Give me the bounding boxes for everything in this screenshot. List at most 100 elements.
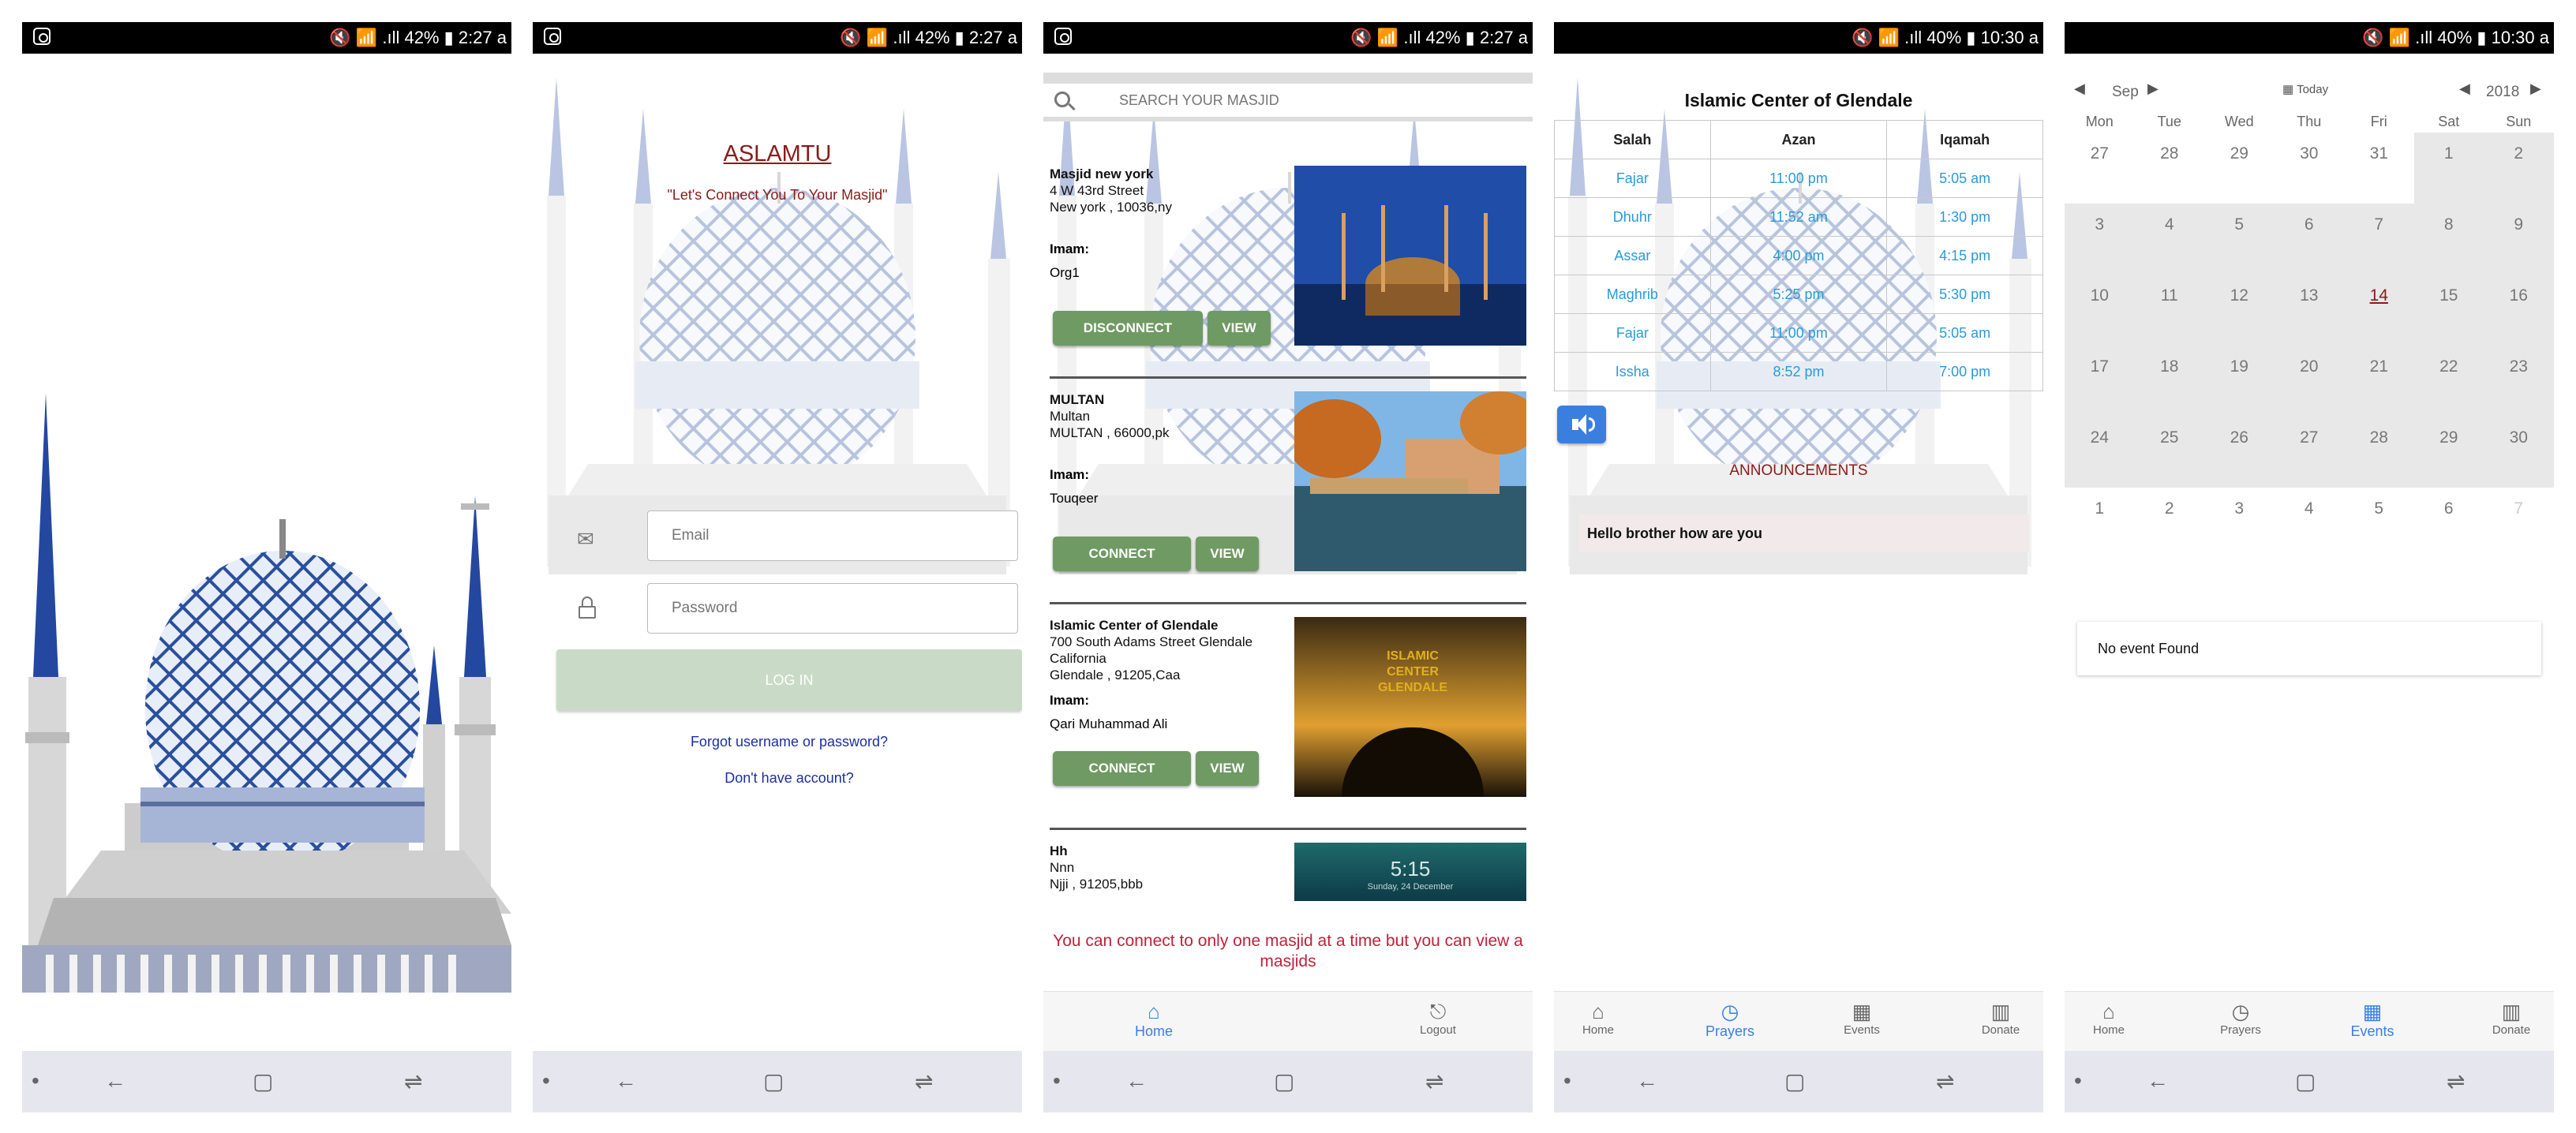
back-icon[interactable]: ← bbox=[104, 1068, 126, 1094]
calendar-day[interactable]: 3 bbox=[2065, 204, 2135, 275]
back-icon[interactable]: ← bbox=[1636, 1068, 1658, 1094]
calendar-day[interactable]: 3 bbox=[2204, 488, 2275, 559]
calendar-day[interactable]: 22 bbox=[2413, 346, 2484, 417]
recents-icon[interactable]: ⇌ bbox=[915, 1068, 933, 1094]
masjid-card: MULTAN Multan MULTAN , 66000,pk Imam: To… bbox=[1043, 379, 1533, 604]
email-field[interactable] bbox=[647, 510, 1018, 561]
calendar-day[interactable]: 20 bbox=[2274, 346, 2344, 417]
password-field[interactable] bbox=[647, 583, 1018, 634]
calendar-day[interactable]: 2 bbox=[2484, 133, 2554, 204]
calendar-day[interactable]: 2 bbox=[2135, 488, 2205, 559]
calendar-day[interactable]: 23 bbox=[2484, 346, 2554, 417]
calendar-day[interactable]: 8 bbox=[2413, 204, 2484, 275]
prev-month-icon[interactable]: ◀ bbox=[2074, 80, 2085, 97]
tab-home[interactable]: ⌂ Home bbox=[1106, 1000, 1201, 1040]
tab-events[interactable]: ▦ Events bbox=[2325, 1000, 2420, 1040]
status-indicators: 🔇 📶 .ıll 40% ▮ 10:30 a bbox=[2362, 28, 2549, 47]
today-button[interactable]: ▦ Today bbox=[2282, 82, 2328, 96]
calendar-day[interactable]: 6 bbox=[2274, 204, 2344, 275]
calendar-day[interactable]: 7 bbox=[2344, 204, 2414, 275]
view-button[interactable]: VIEW bbox=[1208, 311, 1271, 346]
calendar-day[interactable]: 21 bbox=[2344, 346, 2414, 417]
status-indicators: 🔇 📶 .ıll 42% ▮ 2:27 a bbox=[840, 28, 1017, 47]
calendar-day[interactable]: 6 bbox=[2414, 488, 2484, 559]
column-header: Azan bbox=[1709, 120, 1888, 159]
tab-donate[interactable]: ▥ Donate bbox=[2464, 1000, 2554, 1037]
calendar-day[interactable]: 5 bbox=[2204, 204, 2275, 275]
recents-icon[interactable]: ⇌ bbox=[1425, 1068, 1443, 1094]
calendar-day[interactable]: 12 bbox=[2204, 275, 2275, 346]
calendar-day[interactable]: 1 bbox=[2065, 488, 2135, 559]
masjid-title: Islamic Center of Glendale bbox=[1684, 90, 1913, 110]
tab-home[interactable]: ⌂ Home bbox=[2065, 1000, 2156, 1037]
calendar-day[interactable]: 7 bbox=[2484, 488, 2554, 559]
calendar-day[interactable]: 13 bbox=[2274, 275, 2344, 346]
calendar-day[interactable]: 27 bbox=[2065, 133, 2135, 204]
calendar-day[interactable]: 29 bbox=[2204, 133, 2275, 204]
tab-prayers[interactable]: ◷ Prayers bbox=[2193, 1000, 2288, 1037]
search-bar[interactable] bbox=[1043, 73, 1533, 122]
home-square-icon[interactable]: ▢ bbox=[1274, 1068, 1294, 1094]
calendar-day[interactable]: 11 bbox=[2134, 275, 2204, 346]
calendar-day[interactable]: 15 bbox=[2413, 275, 2484, 346]
disconnect-button[interactable]: DISCONNECT bbox=[1053, 311, 1203, 346]
home-square-icon[interactable]: ▢ bbox=[1784, 1068, 1805, 1094]
calendar-day[interactable]: 17 bbox=[2065, 346, 2135, 417]
prayer-row: Fajar 11:00 pm 5:05 am bbox=[1554, 159, 2043, 198]
calendar-day[interactable]: 29 bbox=[2413, 417, 2484, 488]
calendar-day[interactable]: 31 bbox=[2344, 133, 2414, 204]
back-icon[interactable]: ← bbox=[2147, 1068, 2169, 1094]
recents-icon[interactable]: ⇌ bbox=[404, 1068, 422, 1094]
calendar-day[interactable]: 19 bbox=[2204, 346, 2275, 417]
system-nav-bar: • ← ▢ ⇌ bbox=[1043, 1051, 1533, 1112]
back-icon[interactable]: ← bbox=[615, 1068, 637, 1094]
signup-link[interactable]: Don't have account? bbox=[533, 770, 1022, 787]
calendar-day[interactable]: 27 bbox=[2274, 417, 2344, 488]
calendar-day[interactable]: 28 bbox=[2344, 417, 2414, 488]
back-icon[interactable]: ← bbox=[1125, 1068, 1148, 1094]
home-square-icon[interactable]: ▢ bbox=[763, 1068, 784, 1094]
calendar-day[interactable]: 30 bbox=[2484, 417, 2554, 488]
view-button[interactable]: VIEW bbox=[1196, 537, 1259, 571]
calendar-day-today[interactable]: 14 bbox=[2344, 275, 2414, 346]
tab-logout[interactable]: ⎋ Logout bbox=[1391, 1000, 1485, 1037]
calendar-day[interactable]: 24 bbox=[2065, 417, 2135, 488]
next-month-icon[interactable]: ▶ bbox=[2147, 80, 2159, 97]
speaker-button[interactable] bbox=[1557, 406, 1606, 443]
view-button[interactable]: VIEW bbox=[1196, 751, 1259, 786]
prayer-times-table: Salah Azan Iqamah Fajar 11:00 pm 5:05 am Dh… bbox=[1554, 120, 2043, 391]
tab-home[interactable]: ⌂ Home bbox=[1554, 1000, 1646, 1037]
column-header: Iqamah bbox=[1886, 120, 2043, 159]
calendar-day[interactable]: 5 bbox=[2344, 488, 2414, 559]
calendar-day[interactable]: 28 bbox=[2135, 133, 2205, 204]
tab-donate[interactable]: ▥ Donate bbox=[1953, 1000, 2043, 1037]
calendar-day[interactable]: 10 bbox=[2065, 275, 2135, 346]
calendar-day[interactable]: 1 bbox=[2413, 133, 2484, 204]
events-screen: 🔇 📶 .ıll 40% ▮ 10:30 a ◀ Sep ▶ ▦ Today ◀… bbox=[2065, 22, 2554, 1112]
calendar-day[interactable]: 18 bbox=[2134, 346, 2204, 417]
connection-warning: You can connect to only one masjid at a … bbox=[1043, 928, 1533, 972]
prev-year-icon[interactable]: ◀ bbox=[2459, 80, 2470, 97]
calendar-week: 24 25 26 27 28 29 30 bbox=[2065, 417, 2554, 488]
calendar-day[interactable]: 4 bbox=[2275, 488, 2345, 559]
recents-icon[interactable]: ⇌ bbox=[2447, 1068, 2465, 1094]
tab-prayers[interactable]: ◷ Prayers bbox=[1683, 1000, 1777, 1040]
calendar-day[interactable]: 26 bbox=[2204, 417, 2275, 488]
search-input[interactable] bbox=[1119, 88, 1514, 112]
connect-button[interactable]: CONNECT bbox=[1053, 751, 1191, 786]
home-square-icon[interactable]: ▢ bbox=[2295, 1068, 2316, 1094]
calendar-day[interactable]: 25 bbox=[2134, 417, 2204, 488]
tab-events[interactable]: ▦ Events bbox=[1814, 1000, 1909, 1037]
calendar-day[interactable]: 30 bbox=[2275, 133, 2345, 204]
forgot-password-link[interactable]: Forgot username or password? bbox=[533, 734, 1022, 750]
login-button[interactable]: LOG IN bbox=[556, 649, 1022, 711]
tab-label: Home bbox=[1134, 1023, 1173, 1039]
home-square-icon[interactable]: ▢ bbox=[253, 1068, 273, 1094]
prayer-row: Dhuhr 11:52 am 1:30 pm bbox=[1554, 197, 2043, 237]
calendar-day[interactable]: 16 bbox=[2484, 275, 2554, 346]
next-year-icon[interactable]: ▶ bbox=[2530, 80, 2541, 97]
calendar-day[interactable]: 9 bbox=[2484, 204, 2554, 275]
connect-button[interactable]: CONNECT bbox=[1053, 537, 1191, 571]
calendar-day[interactable]: 4 bbox=[2134, 204, 2204, 275]
recents-icon[interactable]: ⇌ bbox=[1936, 1068, 1954, 1094]
